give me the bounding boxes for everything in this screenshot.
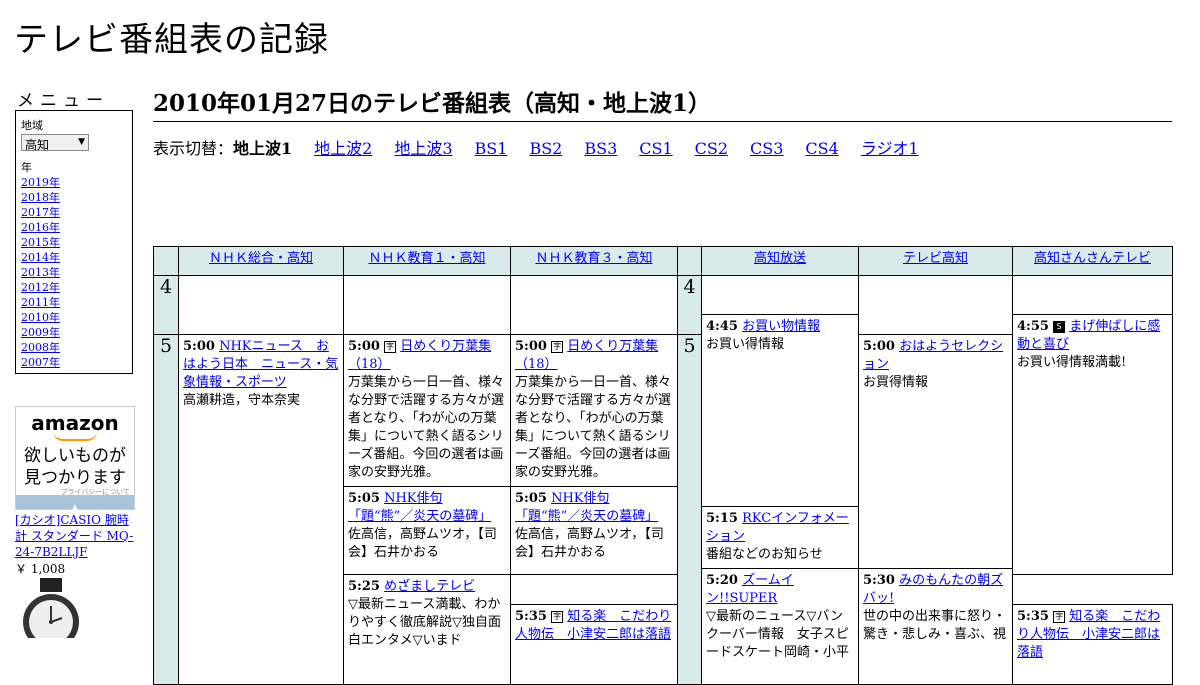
year-link[interactable]: 2012年: [21, 280, 127, 295]
program-cell: 5:00 NHKニュース おはよう日本 ニュース・気象情報・スポーツ 高瀬耕造，守…: [178, 334, 344, 685]
year-link[interactable]: 2018年: [21, 190, 127, 205]
empty-slot: [858, 275, 1013, 335]
channel-header[interactable]: テレビ高知: [858, 246, 1013, 276]
channel-header[interactable]: ＮＨＫ総合・高知: [178, 246, 344, 276]
region-select[interactable]: 高知 ▼: [21, 134, 89, 152]
year-list: 2019年 2018年 2017年 2016年 2015年 2014年 2013年 2012年…: [21, 175, 127, 370]
subtitle-icon: 字: [551, 341, 564, 353]
switcher-link[interactable]: ラジオ1: [861, 139, 919, 158]
switcher-link[interactable]: CS4: [805, 139, 838, 158]
switcher-link[interactable]: BS2: [529, 139, 562, 158]
program-cell: 4:55 S まげ伸ばしに感動と喜び お買い得情報満載!: [1012, 314, 1173, 575]
site-title: テレビ番組表の記録: [14, 20, 329, 60]
switcher-label: 表示切替：: [153, 139, 234, 158]
switcher-link[interactable]: BS3: [584, 139, 617, 158]
chevron-down-icon: ▼: [78, 137, 85, 147]
switcher-current: 地上波1: [233, 139, 293, 158]
channel-header[interactable]: ＮＨＫ教育３・高知: [510, 246, 678, 276]
program-cell: 4:45 お買い物情報 お買い得情報: [701, 314, 859, 507]
program-cell: 5:00 字 日めくり万葉集（18） 万葉集から一日一首、様々な分野で活躍する方々…: [510, 334, 678, 487]
empty-slot: [510, 275, 678, 335]
switcher-link[interactable]: CS2: [695, 139, 728, 158]
amazon-logo: amazon: [31, 411, 119, 435]
tv-schedule-table: ＮＨＫ総合・高知 ＮＨＫ教育１・高知 ＮＨＫ教育３・高知 高知放送 テレビ高知 …: [153, 246, 1173, 685]
subtitle-icon: 字: [384, 341, 397, 353]
program-cell: 5:20 ズームイン!!SUPER ▽最新のニュース▽バンクーバー情報 女子スピー…: [701, 568, 859, 685]
switcher-link[interactable]: CS1: [639, 139, 672, 158]
menu-box: 地域 高知 ▼ 年 2019年 2018年 2017年 2016年 2015年 2014年…: [15, 110, 133, 374]
broadcast-switcher: 表示切替：地上波1 地上波2 地上波3 BS1 BS2 BS3 CS1 CS2 CS3 CS4 ラジ…: [153, 135, 941, 159]
product-link[interactable]: [カシオ]CASIO 腕時計 スタンダード MQ-24-7B2LLJF: [15, 512, 140, 560]
program-title-link[interactable]: お買い物情報: [742, 319, 820, 334]
switcher-link[interactable]: 地上波3: [394, 139, 452, 158]
year-link[interactable]: 2011年: [21, 295, 127, 310]
empty-slot: [343, 275, 511, 335]
subtitle-icon: 字: [1053, 611, 1066, 623]
ad-bar: ▲: [16, 495, 134, 513]
year-link[interactable]: 2019年: [21, 175, 127, 190]
year-link[interactable]: 2008年: [21, 340, 127, 355]
subtitle-icon: 字: [551, 611, 564, 623]
switcher-link[interactable]: BS1: [475, 139, 508, 158]
hour-cell: 4: [677, 275, 702, 335]
year-link[interactable]: 2014年: [21, 250, 127, 265]
switcher-link[interactable]: 地上波2: [314, 139, 372, 158]
year-link[interactable]: 2010年: [21, 310, 127, 325]
program-cell: 5:15 RKCインフォメーション 番組などのお知らせ: [701, 506, 859, 569]
header-corner: [153, 246, 179, 276]
program-title-link[interactable]: めざましテレビ: [384, 579, 475, 594]
channel-header[interactable]: ＮＨＫ教育１・高知: [343, 246, 511, 276]
year-link[interactable]: 2009年: [21, 325, 127, 340]
year-link[interactable]: 2007年: [21, 355, 127, 370]
year-link[interactable]: 2015年: [21, 235, 127, 250]
ad-text-line1: 欲しいものが: [24, 446, 126, 466]
program-cell: 5:00 字 日めくり万葉集（18） 万葉集から一日一首、様々な分野で活躍する方々…: [343, 334, 511, 487]
stereo-icon: S: [1053, 321, 1066, 333]
channel-header[interactable]: 高知さんさんテレビ: [1012, 246, 1173, 276]
menu-label: メニュー: [17, 91, 109, 111]
program-cell: 5:35 字 知る楽 こだわり人物伝 小津安二郎は落語: [1012, 604, 1173, 685]
program-cell: 5:30 みのもんたの朝ズバッ! 世の中の出来事に怒り・驚き・悲しみ・喜ぶ、視: [858, 568, 1013, 685]
watch-image-icon[interactable]: [18, 578, 84, 638]
header-corner: [677, 246, 702, 276]
page-title: 2010年01月27日のテレビ番組表（高知・地上波1）: [153, 84, 1172, 122]
hour-cell: 4: [153, 275, 179, 335]
empty-slot: [178, 275, 344, 335]
year-label: 年: [21, 161, 32, 174]
switcher-link[interactable]: CS3: [750, 139, 783, 158]
region-select-value: 高知: [25, 138, 50, 152]
empty-slot: [701, 275, 859, 315]
empty-slot: [1012, 275, 1173, 315]
region-label: 地域: [21, 119, 43, 132]
program-cell: 5:35 字 知る楽 こだわり人物伝 小津安二郎は落語: [510, 604, 678, 685]
channel-header[interactable]: 高知放送: [701, 246, 859, 276]
product-price: ￥ 1,008: [15, 562, 66, 576]
program-cell: 5:05 NHK俳句「題“熊”／炎天の墓碑」 佐高信，高野ムツオ，【司会】石井かお…: [510, 486, 678, 575]
amazon-ad[interactable]: amazon 欲しいものが 見つかります プライバシーについて ▲: [15, 406, 135, 513]
hour-cell: 5: [153, 334, 179, 685]
hour-cell: 5: [677, 334, 702, 685]
year-link[interactable]: 2017年: [21, 205, 127, 220]
year-link[interactable]: 2013年: [21, 265, 127, 280]
ad-text-line2: 見つかります: [24, 468, 126, 488]
program-cell: 5:05 NHK俳句「題“熊”／炎天の墓碑」 佐高信，高野ムツオ，【司会】石井かお…: [343, 486, 511, 575]
program-cell: 5:00 おはようセレクション お買得情報: [858, 334, 1013, 569]
year-link[interactable]: 2016年: [21, 220, 127, 235]
